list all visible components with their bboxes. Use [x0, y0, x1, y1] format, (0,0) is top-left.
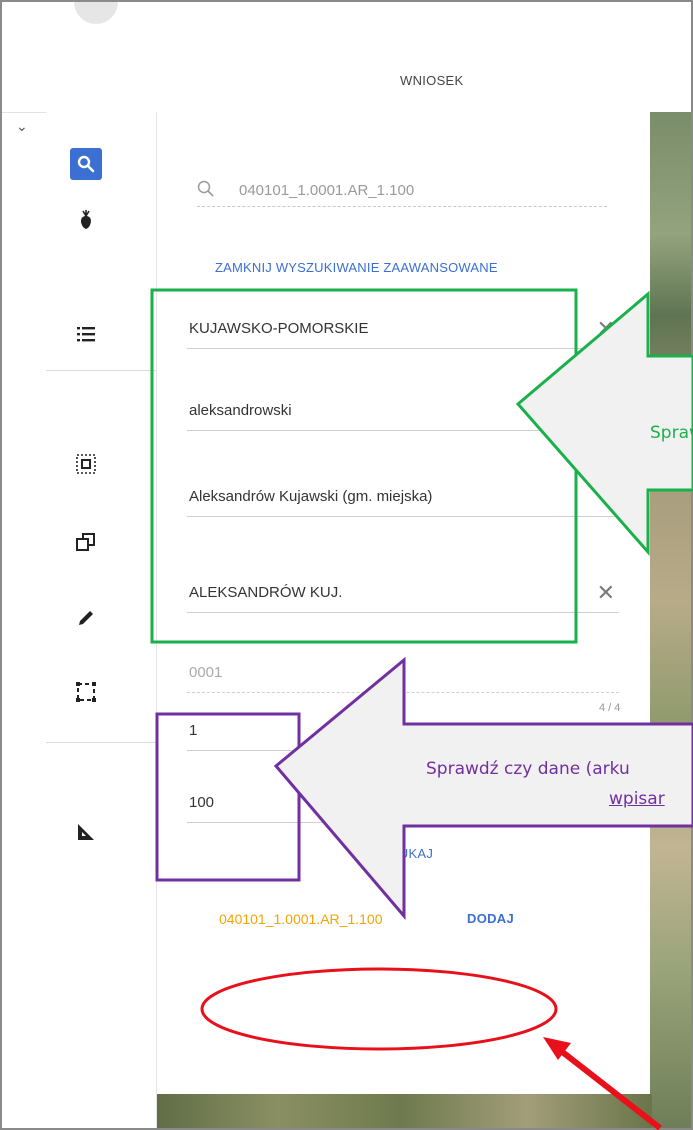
sheet-value: 1: [189, 722, 198, 739]
app-window: ⌄ WNIOSEK 040101_1.0001.AR_1.100 ZAMKNIJ…: [0, 0, 693, 1130]
county-value: aleksandrowski: [189, 402, 292, 419]
parcel-value: 100: [189, 794, 215, 811]
green-callout-text: Spraw: [650, 423, 693, 443]
county-field[interactable]: aleksandrowski: [187, 390, 619, 431]
clear-icon[interactable]: ✕: [597, 580, 615, 606]
purple-callout-text: Sprawdź czy dane (arku: [426, 759, 630, 779]
edit-tool-button[interactable]: [70, 602, 102, 634]
toolbar-divider: [46, 742, 156, 743]
result-parcel-id[interactable]: 040101_1.0001.AR_1.100: [219, 911, 382, 927]
sheet-field[interactable]: 1: [187, 710, 619, 751]
dashed-rectangle-icon: [76, 682, 96, 702]
measure-tool-button[interactable]: [70, 816, 102, 848]
select-area-tool-button[interactable]: [70, 448, 102, 480]
precinct-number-field[interactable]: 0001: [187, 652, 619, 693]
measure-ruler-icon: [78, 824, 94, 840]
search-placeholder: 040101_1.0001.AR_1.100: [239, 182, 415, 199]
list-tool-button[interactable]: [70, 318, 102, 350]
select-area-icon: [76, 454, 96, 474]
search-tool-button[interactable]: [70, 148, 102, 180]
precinct-number-value: 0001: [189, 664, 223, 681]
plant-icon: [81, 210, 91, 229]
commune-value: Aleksandrów Kujawski (gm. miejska): [189, 488, 433, 505]
clear-icon[interactable]: ✕: [597, 316, 615, 342]
edit-pencil-icon: [79, 611, 93, 625]
add-button[interactable]: DODAJ: [467, 911, 514, 926]
precinct-value: ALEKSANDRÓW KUJ.: [189, 584, 343, 601]
search-panel: 040101_1.0001.AR_1.100 ZAMKNIJ WYSZUKIWA…: [157, 112, 650, 1094]
search-button[interactable]: WYSZUKAJ: [360, 846, 433, 861]
copy-tool-button[interactable]: [70, 526, 102, 558]
draw-rectangle-tool-button[interactable]: [70, 676, 102, 708]
avatar[interactable]: [74, 2, 118, 24]
list-icon: [77, 327, 95, 342]
search-icon: [197, 180, 214, 197]
close-advanced-search-link[interactable]: ZAMKNIJ WYSZUKIWANIE ZAAWANSOWANE: [215, 260, 498, 275]
precinct-field[interactable]: ALEKSANDRÓW KUJ. ✕: [187, 572, 619, 613]
commune-field[interactable]: Aleksandrów Kujawski (gm. miejska): [187, 476, 619, 517]
voivodeship-value: KUJAWSKO-POMORSKIE: [189, 320, 369, 337]
map-view-bottom[interactable]: [152, 1094, 652, 1128]
search-icon: [77, 155, 95, 173]
tab-wniosek[interactable]: WNIOSEK: [400, 73, 464, 88]
side-toolbar: [46, 112, 157, 1128]
chevron-down-icon[interactable]: ⌄: [16, 118, 28, 135]
map-view[interactable]: [650, 112, 691, 1128]
search-input[interactable]: 040101_1.0001.AR_1.100: [197, 172, 607, 207]
voivodeship-field[interactable]: KUJAWSKO-POMORSKIE ✕: [187, 308, 619, 349]
purple-callout-link: wpisar: [609, 789, 665, 809]
toolbar-divider: [46, 370, 156, 371]
left-collapsed-strip: ⌄: [2, 2, 47, 1128]
plant-tool-button[interactable]: [70, 204, 102, 236]
copy-icon: [76, 533, 95, 551]
header-bar: WNIOSEK: [2, 2, 691, 113]
parcel-field[interactable]: 100: [187, 782, 619, 823]
